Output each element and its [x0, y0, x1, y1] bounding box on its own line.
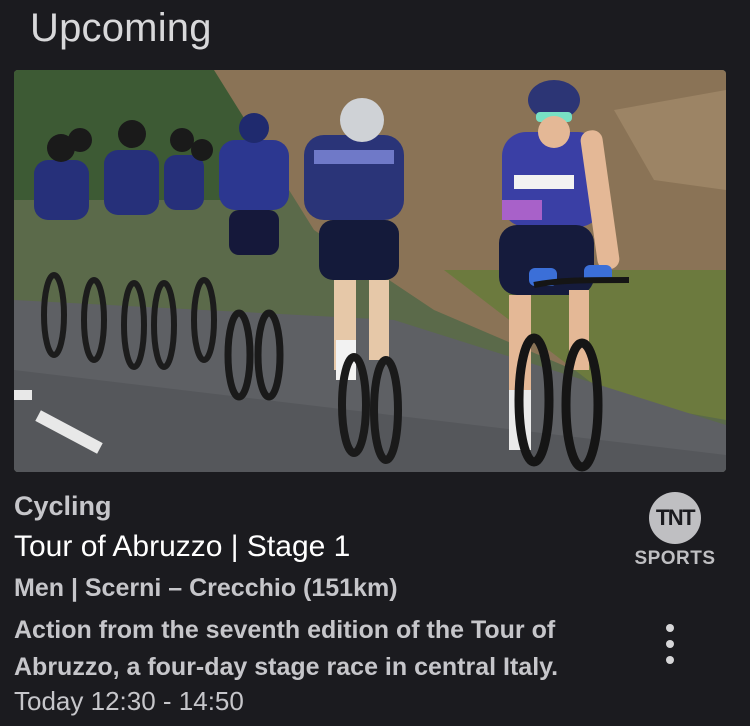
more-vertical-icon-dot: [666, 656, 674, 664]
more-vertical-icon: [666, 624, 674, 632]
channel-label: SPORTS: [634, 548, 716, 569]
program-thumbnail[interactable]: [14, 70, 726, 472]
program-category: Cycling: [14, 491, 112, 521]
more-vertical-icon-dot: [666, 640, 674, 648]
program-title[interactable]: Tour of Abruzzo | Stage 1: [14, 530, 350, 564]
program-description: Action from the seventh edition of the T…: [14, 616, 559, 681]
cyclists-image: [14, 70, 726, 472]
section-title: Upcoming: [30, 6, 212, 50]
program-subtitle: Men | Scerni – Crecchio (151km): [14, 574, 398, 602]
program-time: Today 12:30 - 14:50: [14, 686, 244, 716]
tnt-logo-icon: TNT: [649, 492, 701, 544]
channel-logo: TNT SPORTS: [630, 492, 720, 572]
channel-logo-text: TNT: [655, 505, 696, 530]
more-options-button[interactable]: [654, 620, 686, 668]
upcoming-page: Upcoming Cycling Tour of Abruzzo | Stage…: [0, 0, 750, 726]
